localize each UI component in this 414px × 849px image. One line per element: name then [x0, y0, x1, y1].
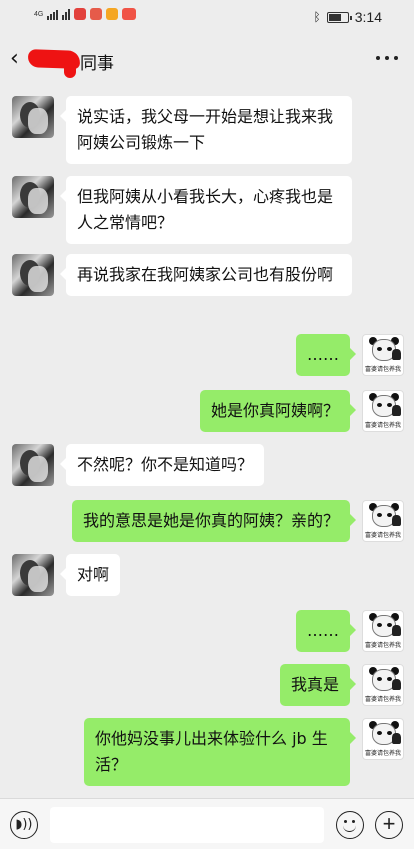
input-bar: ◗)) + [0, 798, 414, 849]
message-row: 再说我家在我阿姨家公司也有股份啊 [0, 254, 414, 314]
avatar[interactable]: 富婆请包养我 [362, 664, 404, 706]
message-row: 她是你真阿姨啊？ 富婆请包养我 [0, 390, 414, 434]
voice-icon[interactable]: ◗)) [10, 811, 38, 839]
message-list[interactable]: 说实话，我父母一开始是想让我来我阿姨公司锻炼一下 但我阿姨从小看我长大，心疼我也… [0, 82, 414, 798]
message-bubble[interactable]: 但我阿姨从小看我长大，心疼我也是人之常情吧？ [60, 176, 352, 244]
redaction-mark [64, 62, 76, 78]
plus-icon[interactable]: + [375, 811, 403, 839]
message-row: 说实话，我父母一开始是想让我来我阿姨公司锻炼一下 [0, 96, 414, 164]
status-left: 4G [34, 8, 137, 20]
chat-header: ‹ 同事 [0, 36, 414, 82]
message-row: 我的意思是她是你真的阿姨？亲的？ 富婆请包养我 [0, 500, 414, 544]
avatar[interactable]: 富婆请包养我 [362, 718, 404, 760]
avatar-caption: 富婆请包养我 [364, 696, 401, 703]
message-bubble[interactable]: 对啊 [59, 554, 121, 596]
avatar-caption: 富婆请包养我 [364, 366, 401, 373]
message-bubble[interactable]: …… [296, 334, 356, 376]
chat-title: 同事 [80, 54, 114, 74]
avatar[interactable]: 富婆请包养我 [362, 500, 404, 542]
message-bubble[interactable]: 说实话，我父母一开始是想让我来我阿姨公司锻炼一下 [60, 96, 352, 164]
message-row: …… 富婆请包养我 [0, 610, 414, 654]
avatar-caption: 富婆请包养我 [364, 642, 401, 649]
status-time: 3:14 [354, 9, 382, 25]
status-right: ᛒ 3:14 [314, 9, 382, 25]
avatar-caption: 富婆请包养我 [364, 532, 401, 539]
message-bubble[interactable]: 我真是 [279, 664, 357, 706]
avatar[interactable]: 富婆请包养我 [362, 334, 404, 376]
message-bubble[interactable]: 我的意思是她是你真的阿姨？亲的？ [71, 500, 357, 542]
message-bubble[interactable]: 她是你真阿姨啊？ [199, 390, 357, 432]
message-row: 我真是 富婆请包养我 [0, 664, 414, 708]
avatar[interactable]: 富婆请包养我 [362, 390, 404, 432]
wifi-icon [62, 8, 71, 20]
status-bar: 4G ᛒ 3:14 [0, 0, 414, 36]
avatar[interactable] [12, 96, 54, 138]
message-row: 你他妈没事儿出来体验什么 jb 生活？ 富婆请包养我 [0, 718, 414, 786]
message-bubble[interactable]: 不然呢？你不是知道吗？ [59, 444, 265, 486]
avatar[interactable] [12, 254, 54, 296]
battery-icon [326, 11, 352, 23]
message-input[interactable] [50, 807, 324, 843]
emoji-icon[interactable] [336, 811, 364, 839]
avatar[interactable] [12, 176, 54, 218]
bluetooth-icon: ᛒ [313, 10, 321, 24]
more-dots-icon[interactable] [376, 56, 398, 60]
network-type: 4G [34, 10, 44, 18]
avatar-caption: 富婆请包养我 [364, 750, 401, 757]
avatar[interactable] [12, 554, 54, 596]
avatar-caption: 富婆请包养我 [364, 422, 401, 429]
signal-icon [47, 8, 59, 20]
message-bubble[interactable]: …… [296, 610, 356, 652]
message-row: 不然呢？你不是知道吗？ [0, 444, 414, 488]
message-bubble[interactable]: 再说我家在我阿姨家公司也有股份啊 [60, 254, 352, 296]
avatar[interactable] [12, 444, 54, 486]
message-row: 但我阿姨从小看我长大，心疼我也是人之常情吧？ [0, 176, 414, 244]
message-row: …… 富婆请包养我 [0, 334, 414, 378]
app-notification-icon [106, 8, 119, 20]
app-notification-icon [122, 8, 137, 20]
avatar[interactable]: 富婆请包养我 [362, 610, 404, 652]
app-notification-icon [74, 8, 87, 20]
message-bubble[interactable]: 你他妈没事儿出来体验什么 jb 生活？ [84, 718, 356, 786]
app-notification-icon [90, 8, 103, 20]
message-row: 对啊 [0, 554, 414, 598]
